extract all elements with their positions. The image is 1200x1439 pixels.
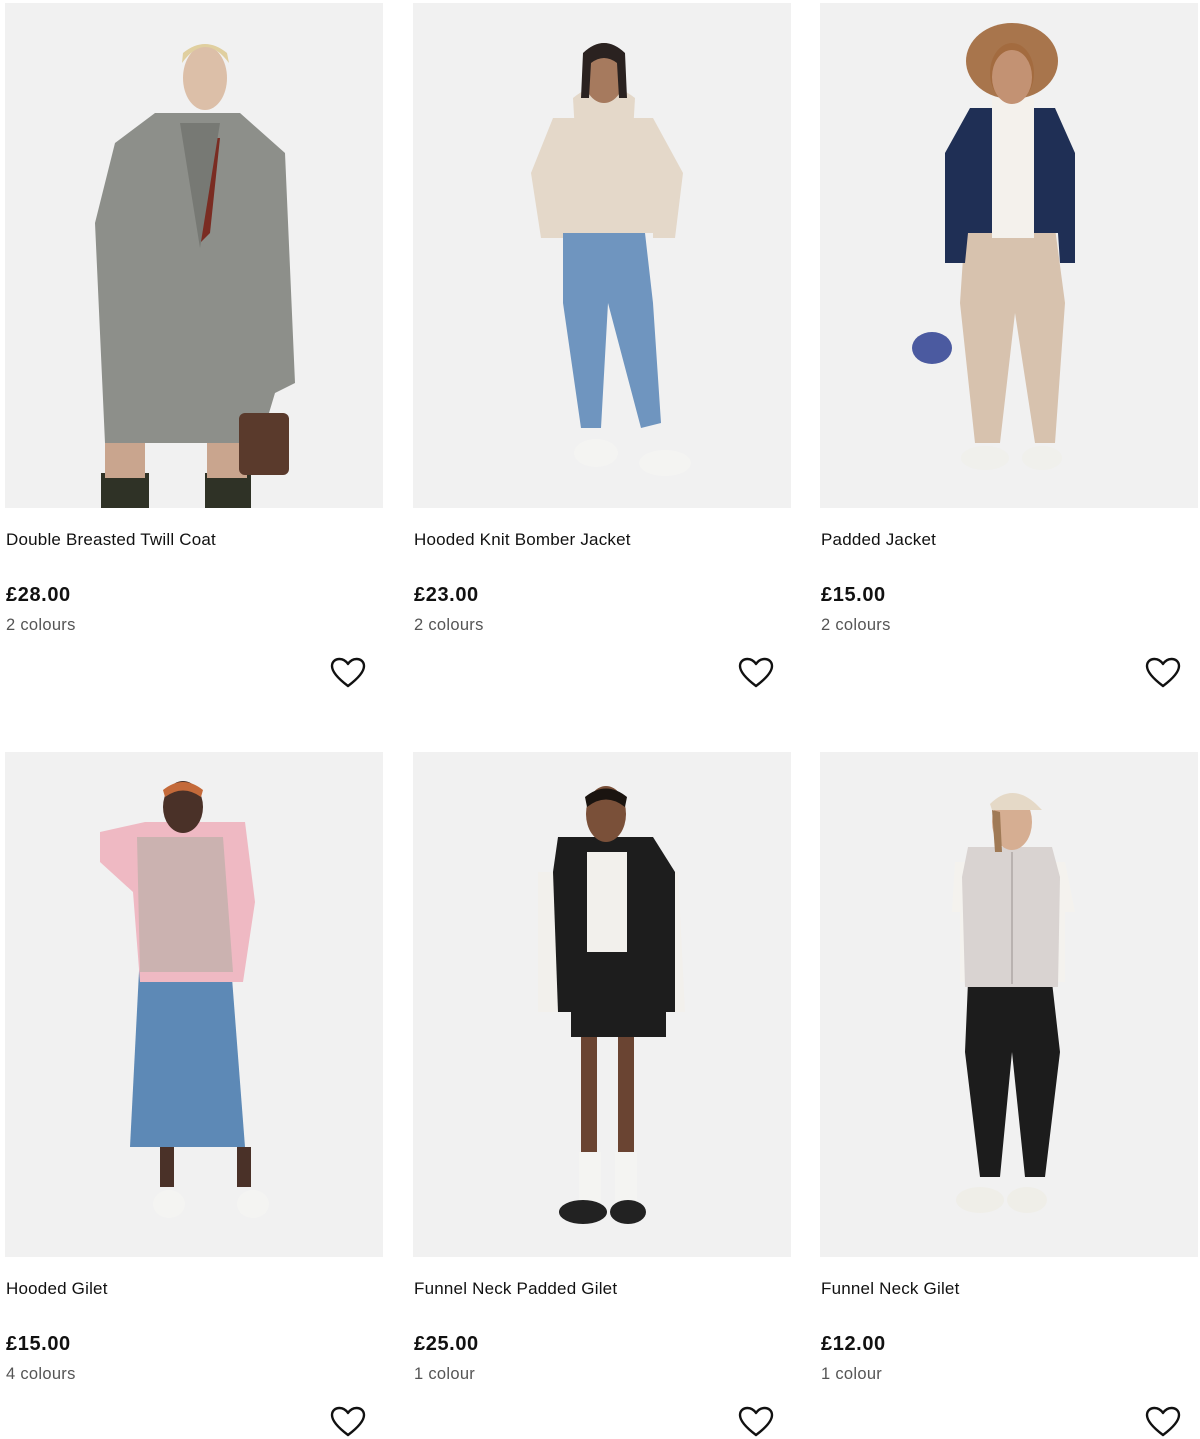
product-price: £12.00 xyxy=(821,1333,886,1355)
product-colours: 4 colours xyxy=(6,1365,76,1383)
product-image[interactable] xyxy=(413,3,791,508)
product-price: £28.00 xyxy=(6,584,71,606)
heart-outline-icon[interactable] xyxy=(1145,1406,1181,1438)
product-name[interactable]: Hooded Gilet xyxy=(6,1279,108,1299)
product-image[interactable] xyxy=(820,3,1198,508)
heart-outline-icon[interactable] xyxy=(1145,657,1181,689)
product-card: Funnel Neck Gilet £12.00 1 colour xyxy=(820,752,1198,1439)
product-colours: 2 colours xyxy=(414,616,484,634)
product-colours: 1 colour xyxy=(821,1365,883,1383)
product-price: £25.00 xyxy=(414,1333,479,1355)
product-name[interactable]: Double Breasted Twill Coat xyxy=(6,530,216,550)
product-card: Hooded Knit Bomber Jacket £23.00 2 colou… xyxy=(413,3,791,703)
heart-outline-icon[interactable] xyxy=(738,1406,774,1438)
product-image[interactable] xyxy=(5,752,383,1257)
product-colours: 2 colours xyxy=(821,616,891,634)
product-price: £15.00 xyxy=(821,584,886,606)
heart-outline-icon[interactable] xyxy=(330,657,366,689)
product-grid: Double Breasted Twill Coat £28.00 2 colo… xyxy=(0,0,1200,1439)
product-price: £23.00 xyxy=(414,584,479,606)
product-name[interactable]: Hooded Knit Bomber Jacket xyxy=(414,530,631,550)
product-colours: 2 colours xyxy=(6,616,76,634)
product-image[interactable] xyxy=(820,752,1198,1257)
product-name[interactable]: Funnel Neck Padded Gilet xyxy=(414,1279,617,1299)
product-name[interactable]: Funnel Neck Gilet xyxy=(821,1279,960,1299)
product-name[interactable]: Padded Jacket xyxy=(821,530,936,550)
product-colours: 1 colour xyxy=(414,1365,476,1383)
product-image[interactable] xyxy=(5,3,383,508)
product-card: Funnel Neck Padded Gilet £25.00 1 colour xyxy=(413,752,791,1439)
product-card: Double Breasted Twill Coat £28.00 2 colo… xyxy=(5,3,383,703)
product-card: Padded Jacket £15.00 2 colours xyxy=(820,3,1198,703)
product-card: Hooded Gilet £15.00 4 colours xyxy=(5,752,383,1439)
heart-outline-icon[interactable] xyxy=(738,657,774,689)
heart-outline-icon[interactable] xyxy=(330,1406,366,1438)
product-image[interactable] xyxy=(413,752,791,1257)
product-price: £15.00 xyxy=(6,1333,71,1355)
